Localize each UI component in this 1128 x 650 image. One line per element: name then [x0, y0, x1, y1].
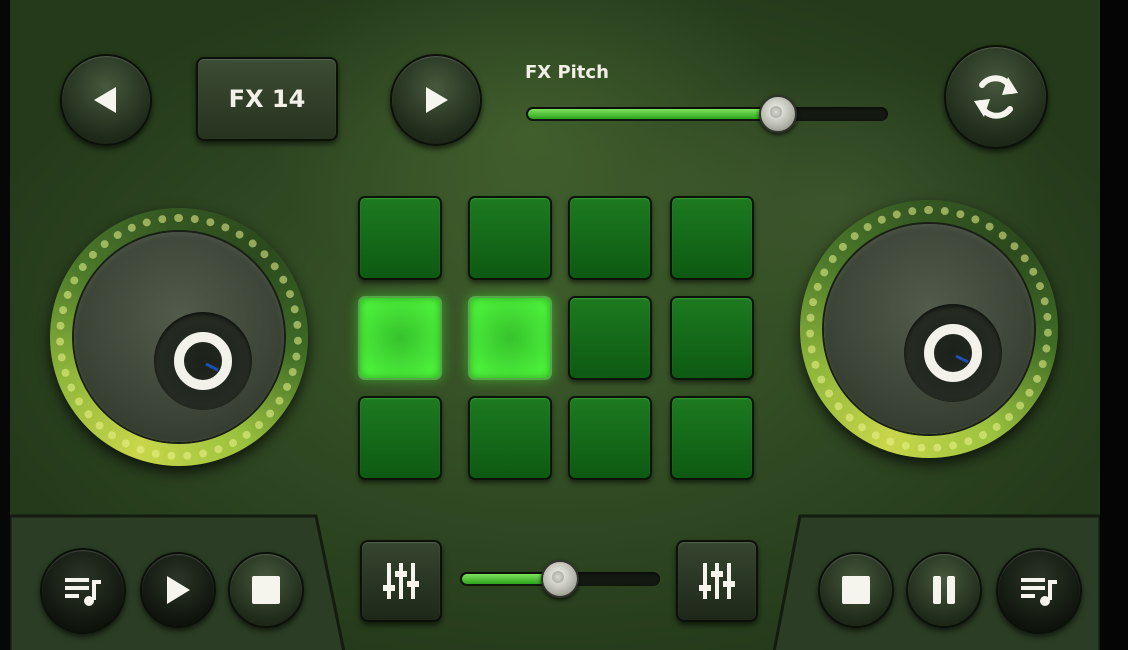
left-stop-button[interactable]	[228, 552, 304, 628]
crossfader-slider[interactable]	[460, 560, 660, 598]
left-deck-marker-icon	[174, 332, 232, 390]
crossfader-knob[interactable]	[541, 560, 579, 598]
left-deck-jogwheel[interactable]	[50, 208, 308, 466]
fx-pitch-knob[interactable]	[759, 95, 797, 133]
pad-9[interactable]	[358, 396, 442, 480]
dj-app: FX 14 FX Pitch	[10, 0, 1100, 650]
prev-icon	[94, 87, 116, 113]
right-playlist-button[interactable]	[996, 548, 1082, 634]
pad-10[interactable]	[468, 396, 552, 480]
left-play-button[interactable]	[140, 552, 216, 628]
pad-12[interactable]	[670, 396, 754, 480]
sync-button[interactable]	[944, 45, 1048, 149]
pad-2[interactable]	[468, 196, 552, 280]
pad-1[interactable]	[358, 196, 442, 280]
left-edge	[0, 0, 10, 650]
left-eq-button[interactable]	[360, 540, 442, 622]
pad-7[interactable]	[568, 296, 652, 380]
left-deck-platter	[74, 232, 284, 442]
fx-preset-display[interactable]: FX 14	[196, 57, 338, 141]
right-stop-button[interactable]	[818, 552, 894, 628]
stop-icon	[842, 576, 870, 604]
right-edge	[1100, 0, 1128, 650]
pad-6[interactable]	[468, 296, 552, 380]
left-playlist-button[interactable]	[40, 548, 126, 634]
play-icon	[167, 576, 190, 604]
playlist-icon	[65, 578, 101, 606]
right-deck-marker-icon	[924, 324, 982, 382]
right-eq-button[interactable]	[676, 540, 758, 622]
sync-icon	[974, 75, 1018, 119]
pause-icon	[933, 576, 955, 604]
pad-3[interactable]	[568, 196, 652, 280]
pad-8[interactable]	[670, 296, 754, 380]
right-deck-center	[904, 304, 1002, 402]
equalizer-icon	[699, 563, 735, 599]
next-icon	[426, 87, 448, 113]
pad-11[interactable]	[568, 396, 652, 480]
prev-fx-button[interactable]	[60, 54, 152, 146]
right-deck-platter	[824, 224, 1034, 434]
right-deck-jogwheel[interactable]	[800, 200, 1058, 458]
pad-4[interactable]	[670, 196, 754, 280]
fx-pitch-slider[interactable]	[526, 95, 888, 133]
equalizer-icon	[383, 563, 419, 599]
playlist-icon	[1021, 578, 1057, 606]
right-pause-button[interactable]	[906, 552, 982, 628]
fx-preset-label: FX 14	[228, 85, 306, 113]
pad-5[interactable]	[358, 296, 442, 380]
stop-icon	[252, 576, 280, 604]
fx-pitch-label: FX Pitch	[525, 62, 609, 83]
left-deck-center	[154, 312, 252, 410]
next-fx-button[interactable]	[390, 54, 482, 146]
fx-pitch-fill	[528, 109, 775, 119]
